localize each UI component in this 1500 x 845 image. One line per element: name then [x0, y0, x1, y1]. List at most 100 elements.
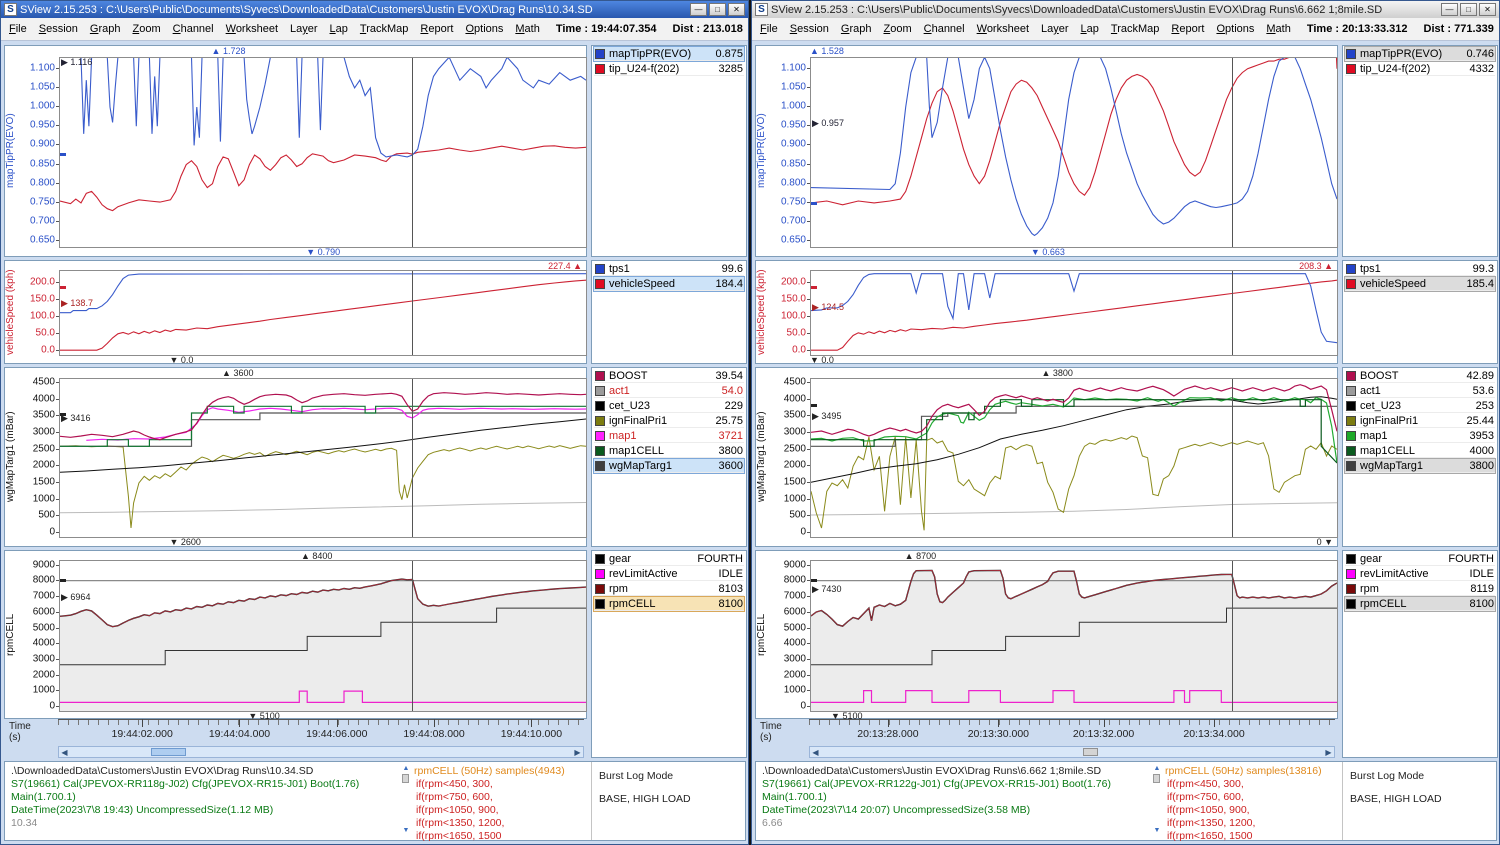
menu-file[interactable]: File: [3, 21, 33, 37]
formula-scrollbar[interactable]: ▲▼: [401, 765, 411, 773]
scroll-right-arrow[interactable]: ▶: [1323, 747, 1334, 757]
menu-graph[interactable]: Graph: [835, 21, 878, 37]
maximize-button[interactable]: □: [1460, 3, 1477, 16]
y-tick-label: 1.050: [764, 81, 806, 92]
menu-report[interactable]: Report: [414, 21, 459, 37]
legend-row-rpm[interactable]: rpm8119: [1345, 582, 1495, 596]
menu-graph[interactable]: Graph: [84, 21, 127, 37]
plot-area-1[interactable]: [810, 270, 1338, 356]
formula-scrollbar[interactable]: ▲▼: [1152, 765, 1162, 773]
legend-row-map1CELL[interactable]: map1CELL3800: [594, 444, 744, 458]
legend-row-cet_U23[interactable]: cet_U23229: [594, 399, 744, 413]
scroll-right-arrow[interactable]: ▶: [572, 747, 583, 757]
menu-options[interactable]: Options: [1210, 21, 1260, 37]
channel-name: map1CELL: [609, 445, 719, 457]
maximize-button[interactable]: □: [709, 3, 726, 16]
h-scrollbar[interactable]: ◀▶: [58, 746, 584, 758]
chart-panel-0: mapTipPR(EVO)1.1001.0501.0000.9500.9000.…: [755, 45, 1338, 257]
menu-trackmap[interactable]: TrackMap: [354, 21, 415, 37]
time-tick-label: 20:13:28.000: [857, 728, 918, 740]
legend-row-BOOST[interactable]: BOOST42.89: [1345, 369, 1495, 383]
plot-area-3[interactable]: [59, 560, 587, 712]
scrollbar-thumb[interactable]: [151, 748, 186, 756]
plot-area-0[interactable]: [810, 57, 1338, 248]
legend-row-tps1[interactable]: tps199.3: [1345, 262, 1495, 276]
channel-value: 39.54: [715, 370, 743, 382]
legend-row-tip_U24-f(202)[interactable]: tip_U24-f(202)3285: [594, 62, 744, 76]
time-cursor[interactable]: [412, 379, 413, 537]
minimize-button[interactable]: —: [690, 3, 707, 16]
menu-lap[interactable]: Lap: [324, 21, 354, 37]
y-tick-label: 9000: [764, 559, 806, 570]
legend-row-BOOST[interactable]: BOOST39.54: [594, 369, 744, 383]
menu-session[interactable]: Session: [33, 21, 84, 37]
menu-layer[interactable]: Layer: [284, 21, 324, 37]
minimize-button[interactable]: —: [1441, 3, 1458, 16]
annotation-tr: 227.4 ▲: [548, 262, 582, 271]
plot-area-2[interactable]: [810, 378, 1338, 538]
menu-channel[interactable]: Channel: [918, 21, 971, 37]
menu-zoom[interactable]: Zoom: [126, 21, 166, 37]
menu-file[interactable]: File: [754, 21, 784, 37]
plot-area-1[interactable]: [59, 270, 587, 356]
legend-row-act1[interactable]: act153.6: [1345, 384, 1495, 398]
legend-row-ignFinalPri1[interactable]: ignFinalPri125.75: [594, 414, 744, 428]
close-button[interactable]: ✕: [1479, 3, 1496, 16]
time-field: Time : 19:44:07.354: [556, 23, 657, 35]
time-cursor[interactable]: [412, 271, 413, 355]
legend-row-act1[interactable]: act154.0: [594, 384, 744, 398]
annotation-top: ▲ 3800: [1041, 369, 1072, 378]
time-cursor[interactable]: [1232, 271, 1233, 355]
time-tick-label: 19:44:10.000: [501, 728, 562, 740]
channel-color-swatch: [595, 401, 605, 411]
legend-row-map1CELL[interactable]: map1CELL4000: [1345, 444, 1495, 458]
time-cursor[interactable]: [1232, 561, 1233, 711]
menu-session[interactable]: Session: [784, 21, 835, 37]
plot-area-3[interactable]: [810, 560, 1338, 712]
channel-name: gear: [1360, 553, 1448, 565]
legend-row-mapTipPR(EVO)[interactable]: mapTipPR(EVO)0.875: [594, 47, 744, 61]
time-cursor[interactable]: [412, 58, 413, 247]
legend-row-vehicleSpeed[interactable]: vehicleSpeed185.4: [1345, 277, 1495, 291]
channel-value: IDLE: [719, 568, 743, 580]
scrollbar-thumb[interactable]: [1083, 748, 1098, 756]
menu-zoom[interactable]: Zoom: [877, 21, 917, 37]
legend-row-map1[interactable]: map13953: [1345, 429, 1495, 443]
legend-row-rpmCELL[interactable]: rpmCELL8100: [594, 597, 744, 611]
time-cursor[interactable]: [1232, 58, 1233, 247]
time-cursor[interactable]: [1232, 379, 1233, 537]
legend-row-rpm[interactable]: rpm8103: [594, 582, 744, 596]
legend-row-tps1[interactable]: tps199.6: [594, 262, 744, 276]
scroll-left-arrow[interactable]: ◀: [59, 747, 70, 757]
legend-row-revLimitActive[interactable]: revLimitActiveIDLE: [594, 567, 744, 581]
legend-row-cet_U23[interactable]: cet_U23253: [1345, 399, 1495, 413]
plot-area-2[interactable]: [59, 378, 587, 538]
menu-report[interactable]: Report: [1165, 21, 1210, 37]
legend-row-mapTipPR(EVO)[interactable]: mapTipPR(EVO)0.746: [1345, 47, 1495, 61]
menu-layer[interactable]: Layer: [1035, 21, 1075, 37]
menu-math[interactable]: Math: [1260, 21, 1296, 37]
time-cursor[interactable]: [412, 561, 413, 711]
legend-row-tip_U24-f(202)[interactable]: tip_U24-f(202)4332: [1345, 62, 1495, 76]
menu-worksheet[interactable]: Worksheet: [971, 21, 1035, 37]
legend-row-rpmCELL[interactable]: rpmCELL8100: [1345, 597, 1495, 611]
time-tick-label: 20:13:32.000: [1073, 728, 1134, 740]
legend-row-ignFinalPri1[interactable]: ignFinalPri125.44: [1345, 414, 1495, 428]
legend-row-gear[interactable]: gearFOURTH: [594, 552, 744, 566]
legend-row-vehicleSpeed[interactable]: vehicleSpeed184.4: [594, 277, 744, 291]
menu-worksheet[interactable]: Worksheet: [220, 21, 284, 37]
menu-math[interactable]: Math: [509, 21, 545, 37]
scroll-left-arrow[interactable]: ◀: [810, 747, 821, 757]
menu-options[interactable]: Options: [459, 21, 509, 37]
menu-channel[interactable]: Channel: [167, 21, 220, 37]
legend-row-wgMapTarg1[interactable]: wgMapTarg13600: [594, 459, 744, 473]
legend-row-wgMapTarg1[interactable]: wgMapTarg13800: [1345, 459, 1495, 473]
h-scrollbar[interactable]: ◀▶: [809, 746, 1335, 758]
close-button[interactable]: ✕: [728, 3, 745, 16]
menu-trackmap[interactable]: TrackMap: [1105, 21, 1166, 37]
legend-row-gear[interactable]: gearFOURTH: [1345, 552, 1495, 566]
plot-area-0[interactable]: [59, 57, 587, 248]
legend-row-map1[interactable]: map13721: [594, 429, 744, 443]
legend-row-revLimitActive[interactable]: revLimitActiveIDLE: [1345, 567, 1495, 581]
menu-lap[interactable]: Lap: [1075, 21, 1105, 37]
